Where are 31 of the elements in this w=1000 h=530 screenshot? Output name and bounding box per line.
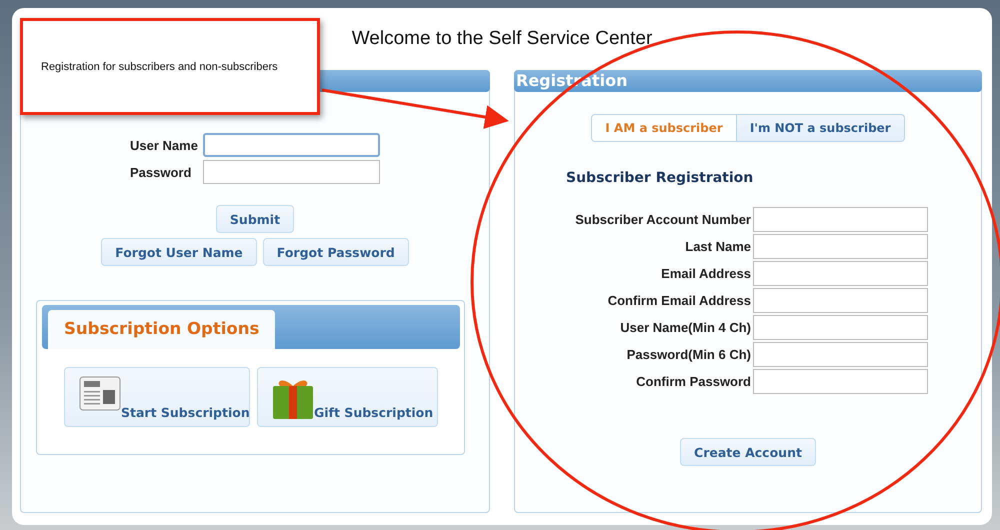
- field-label: Confirm Email Address: [606, 293, 752, 308]
- field-label: Email Address: [660, 266, 752, 281]
- forgot-button[interactable]: Forgot Password: [262, 238, 409, 266]
- create-account-button[interactable]: Create Account: [680, 438, 816, 466]
- field-label: Subscriber Account Number: [574, 212, 752, 227]
- field-label: User Name(Min 4 Ch): [619, 320, 752, 335]
- subscription-option-button[interactable]: Start Subscription: [64, 367, 250, 427]
- field-label: User Name: [130, 138, 199, 152]
- input-field[interactable]: [753, 207, 928, 232]
- subscription-tab[interactable]: Subscription Options: [48, 310, 276, 349]
- tab[interactable]: I'm NOT a subscriber: [736, 114, 905, 142]
- newspaper-icon: [79, 376, 121, 412]
- input-field[interactable]: [203, 133, 380, 157]
- input-field[interactable]: [753, 369, 928, 394]
- input-field[interactable]: [753, 342, 928, 367]
- input-field[interactable]: [753, 315, 928, 340]
- input-field[interactable]: [753, 234, 928, 259]
- input-field[interactable]: [203, 160, 380, 184]
- field-label: Password: [130, 164, 192, 180]
- field-label: Last Name: [684, 239, 752, 254]
- field-label: Confirm Password: [635, 374, 752, 389]
- forgot-button[interactable]: Forgot User Name: [101, 238, 257, 266]
- field-label: Password(Min 6 Ch): [626, 347, 752, 362]
- tab[interactable]: I AM a subscriber: [591, 114, 737, 142]
- input-field[interactable]: [753, 288, 928, 313]
- subscription-option-button[interactable]: Gift Subscription: [257, 367, 438, 427]
- input-field[interactable]: [753, 261, 928, 286]
- callout-text: Registration for subscribers and non-subscribers: [41, 60, 278, 72]
- page-title: Welcome to the Self Service Center: [352, 28, 652, 51]
- submit-button[interactable]: Submit: [216, 205, 294, 233]
- form-heading: Subscriber Registration: [566, 170, 754, 186]
